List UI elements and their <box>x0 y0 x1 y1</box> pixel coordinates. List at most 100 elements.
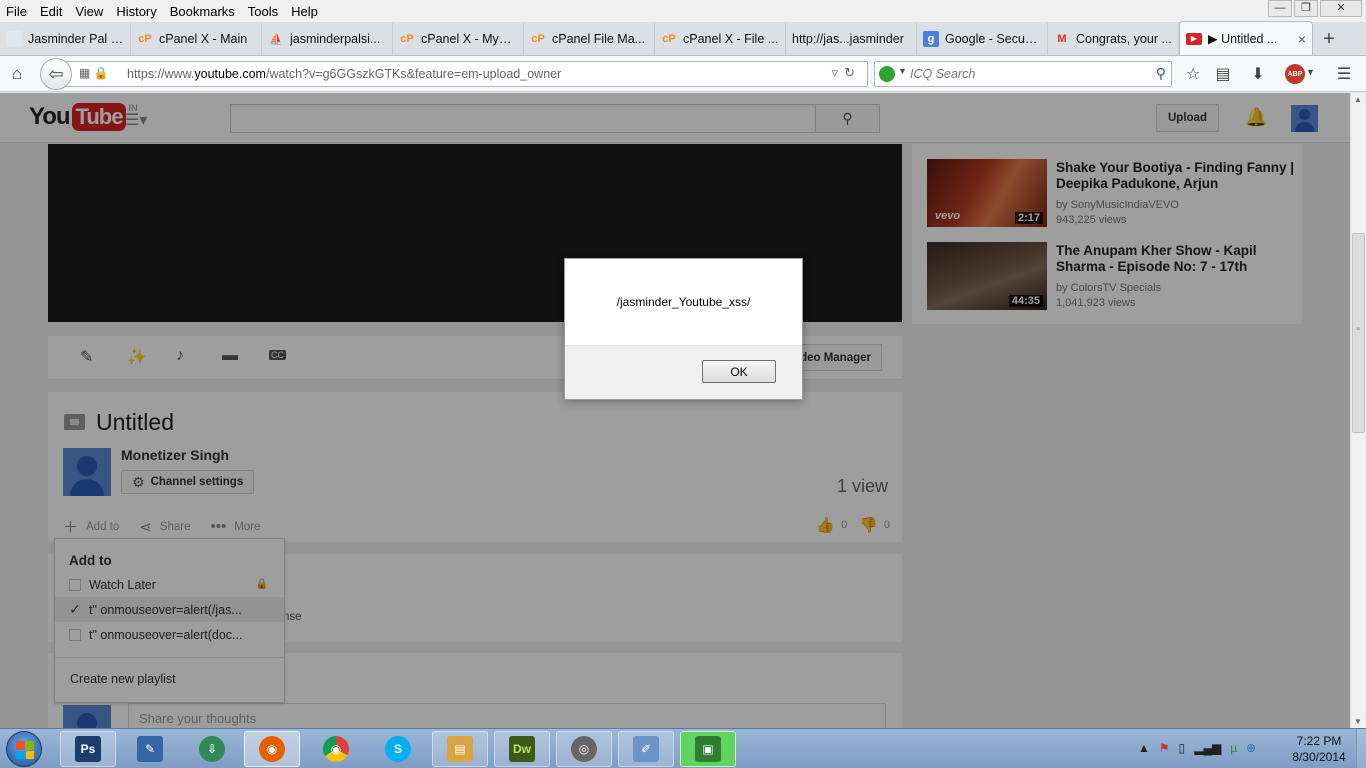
taskbar-file-explorer[interactable]: ▤ <box>432 731 488 767</box>
url-path: /watch?v=g6GGszkGTKs&feature=em-upload_o… <box>265 67 562 81</box>
tab-label: Google - Securi... <box>945 32 1041 46</box>
media-player-icon: ◎ <box>571 736 597 762</box>
battery-icon[interactable]: ▯ <box>1179 741 1186 755</box>
tab[interactable]: Jasminder Pal Sing... <box>0 23 131 55</box>
url-bar[interactable]: ▦ 🔒 https://www.youtube.com/watch?v=g6GG… <box>60 61 868 87</box>
menu-file[interactable]: File <box>0 4 34 19</box>
cpanel-icon: cP <box>531 33 545 45</box>
modal-overlay <box>0 93 1350 728</box>
back-arrow-icon[interactable]: ⇦ <box>40 58 72 90</box>
minimize-button[interactable]: — <box>1268 0 1292 17</box>
close-window-button[interactable]: ✕ <box>1320 0 1362 17</box>
taskbar-media-player[interactable]: ◎ <box>556 731 612 767</box>
navigation-toolbar: ⌂ ▦ 🔒 https://www.youtube.com/watch?v=g6… <box>0 56 1366 92</box>
tab-label: Jasminder Pal Sing... <box>28 32 124 46</box>
utorrent-icon[interactable]: µ <box>1230 741 1237 755</box>
chrome-icon: ◉ <box>323 736 349 762</box>
taskbar-chrome[interactable]: ◉ <box>308 731 364 767</box>
tab-label: jasminderpalsi... <box>290 32 381 46</box>
search-placeholder: ICQ Search <box>910 67 976 81</box>
new-tab-button[interactable]: + <box>1313 23 1345 55</box>
tab-label: ▶ Untitled ... <box>1208 32 1278 46</box>
folder-icon: ▤ <box>447 736 473 762</box>
show-hidden-icons-icon[interactable]: ▲ <box>1138 741 1150 755</box>
tab[interactable]: g Google - Securi... <box>917 23 1048 55</box>
notepad-icon: ✐ <box>633 736 659 762</box>
ok-button[interactable]: OK <box>702 360 776 383</box>
menu-view[interactable]: View <box>69 4 110 19</box>
window-controls: — ❐ ✕ <box>1268 0 1362 17</box>
star-bookmark-icon[interactable]: ☆ <box>1183 64 1203 84</box>
menu-tools[interactable]: Tools <box>242 4 285 19</box>
search-bar[interactable]: ▼ ICQ Search ⚲ <box>874 61 1172 87</box>
chevron-down-icon[interactable]: ▼ <box>898 66 907 76</box>
scroll-up-arrow-icon[interactable]: ▲ <box>1354 95 1362 104</box>
menu-history[interactable]: History <box>110 4 163 19</box>
url-domain: youtube.com <box>194 67 266 81</box>
reading-list-icon[interactable]: ▤ <box>1213 64 1233 84</box>
photoshop-icon: Ps <box>75 736 101 762</box>
tab-active[interactable]: ▶ ▶ Untitled ... × <box>1179 21 1313 55</box>
menu-help[interactable]: Help <box>285 4 325 19</box>
search-icon[interactable]: ⚲ <box>1156 65 1166 82</box>
chevron-down-icon[interactable]: ▼ <box>1306 67 1315 77</box>
generic-page-icon <box>6 31 22 47</box>
clock-time: 7:22 PM <box>1296 734 1342 748</box>
flag-icon[interactable]: ⚑ <box>1159 741 1170 755</box>
grip-icon: ≡ <box>1356 326 1361 333</box>
tab[interactable]: cP cPanel File Ma... <box>524 23 655 55</box>
scroll-down-arrow-icon[interactable]: ▼ <box>1354 717 1362 726</box>
download-icon[interactable]: ⬇ <box>1248 64 1268 84</box>
icq-flower-icon[interactable] <box>879 66 895 82</box>
taskbar-pen-tool[interactable]: ✎ <box>122 731 178 767</box>
taskbar-skype[interactable]: S <box>370 731 426 767</box>
restore-button[interactable]: ❐ <box>1294 0 1318 17</box>
show-desktop-button[interactable] <box>1356 729 1366 768</box>
clock[interactable]: 7:22 PM 8/30/2014 <box>1284 733 1354 765</box>
tab[interactable]: http://jas...jasminder <box>786 23 917 55</box>
firefox-icon: ◉ <box>259 736 285 762</box>
alert-dialog: /jasminder_Youtube_xss/ OK <box>564 258 803 400</box>
taskbar-video-recorder[interactable]: ▣ <box>680 731 736 767</box>
system-tray: ▲ ⚑ ▯ ▂▄▆ µ ⊕ <box>1138 741 1256 755</box>
tab-close-icon[interactable]: × <box>1298 31 1306 47</box>
tab[interactable]: cP cPanel X - Main <box>131 23 262 55</box>
google-icon: g <box>923 31 939 47</box>
download-manager-icon: ⇩ <box>199 736 225 762</box>
page-scrollbar[interactable]: ▲ ≡ ▼ <box>1350 93 1366 728</box>
clock-date: 8/30/2014 <box>1292 750 1346 764</box>
taskbar-dreamweaver[interactable]: Dw <box>494 731 550 767</box>
url-prefix: https://www. <box>127 67 195 81</box>
tab[interactable]: ⛵ jasminderpalsi... <box>262 23 393 55</box>
url-text: https://www.youtube.com/watch?v=g6GGszkG… <box>127 67 561 81</box>
tab-label: cPanel File Ma... <box>552 32 646 46</box>
windows-taskbar: Ps ✎ ⇩ ◉ ◉ S ▤ Dw ◎ ✐ ▣ ▲ ⚑ ▯ ▂▄▆ µ ⊕ 7:… <box>0 728 1366 768</box>
page-viewport: You Tube IN ☰▾ ⚲ Upload 🔔 vevo 2:17 Shak… <box>0 93 1350 728</box>
adblock-plus-icon[interactable]: ABP <box>1285 64 1305 84</box>
tab-strip: Jasminder Pal Sing... cP cPanel X - Main… <box>0 21 1366 56</box>
identity-lock-icon[interactable]: ▦ 🔒 <box>79 66 109 80</box>
video-camera-icon: ▣ <box>695 736 721 762</box>
skype-icon: S <box>385 736 411 762</box>
globe-icon[interactable]: ⊕ <box>1246 741 1256 755</box>
home-icon[interactable]: ⌂ <box>6 63 28 85</box>
tab[interactable]: cP cPanel X - File ... <box>655 23 786 55</box>
menu-edit[interactable]: Edit <box>34 4 69 19</box>
scroll-thumb[interactable]: ≡ <box>1352 233 1365 433</box>
gmail-icon: M <box>1057 33 1067 45</box>
tab-label: Congrats, your ... <box>1076 32 1172 46</box>
start-button[interactable] <box>6 731 42 767</box>
hamburger-menu-icon[interactable]: ☰ <box>1334 64 1354 84</box>
youtube-icon: ▶ <box>1186 32 1202 45</box>
tab[interactable]: M Congrats, your ... <box>1048 23 1179 55</box>
reload-icon[interactable]: ▿↻ <box>832 65 861 81</box>
tab[interactable]: cP cPanel X - MyS... <box>393 23 524 55</box>
taskbar-photoshop[interactable]: Ps <box>60 731 116 767</box>
taskbar-download-manager[interactable]: ⇩ <box>184 731 240 767</box>
taskbar-firefox[interactable]: ◉ <box>244 731 300 767</box>
taskbar-notepad[interactable]: ✐ <box>618 731 674 767</box>
network-signal-icon[interactable]: ▂▄▆ <box>1194 741 1221 755</box>
tab-label: http://jas...jasminder <box>792 32 904 46</box>
menu-bookmarks[interactable]: Bookmarks <box>164 4 242 19</box>
cpanel-icon: cP <box>138 33 152 45</box>
